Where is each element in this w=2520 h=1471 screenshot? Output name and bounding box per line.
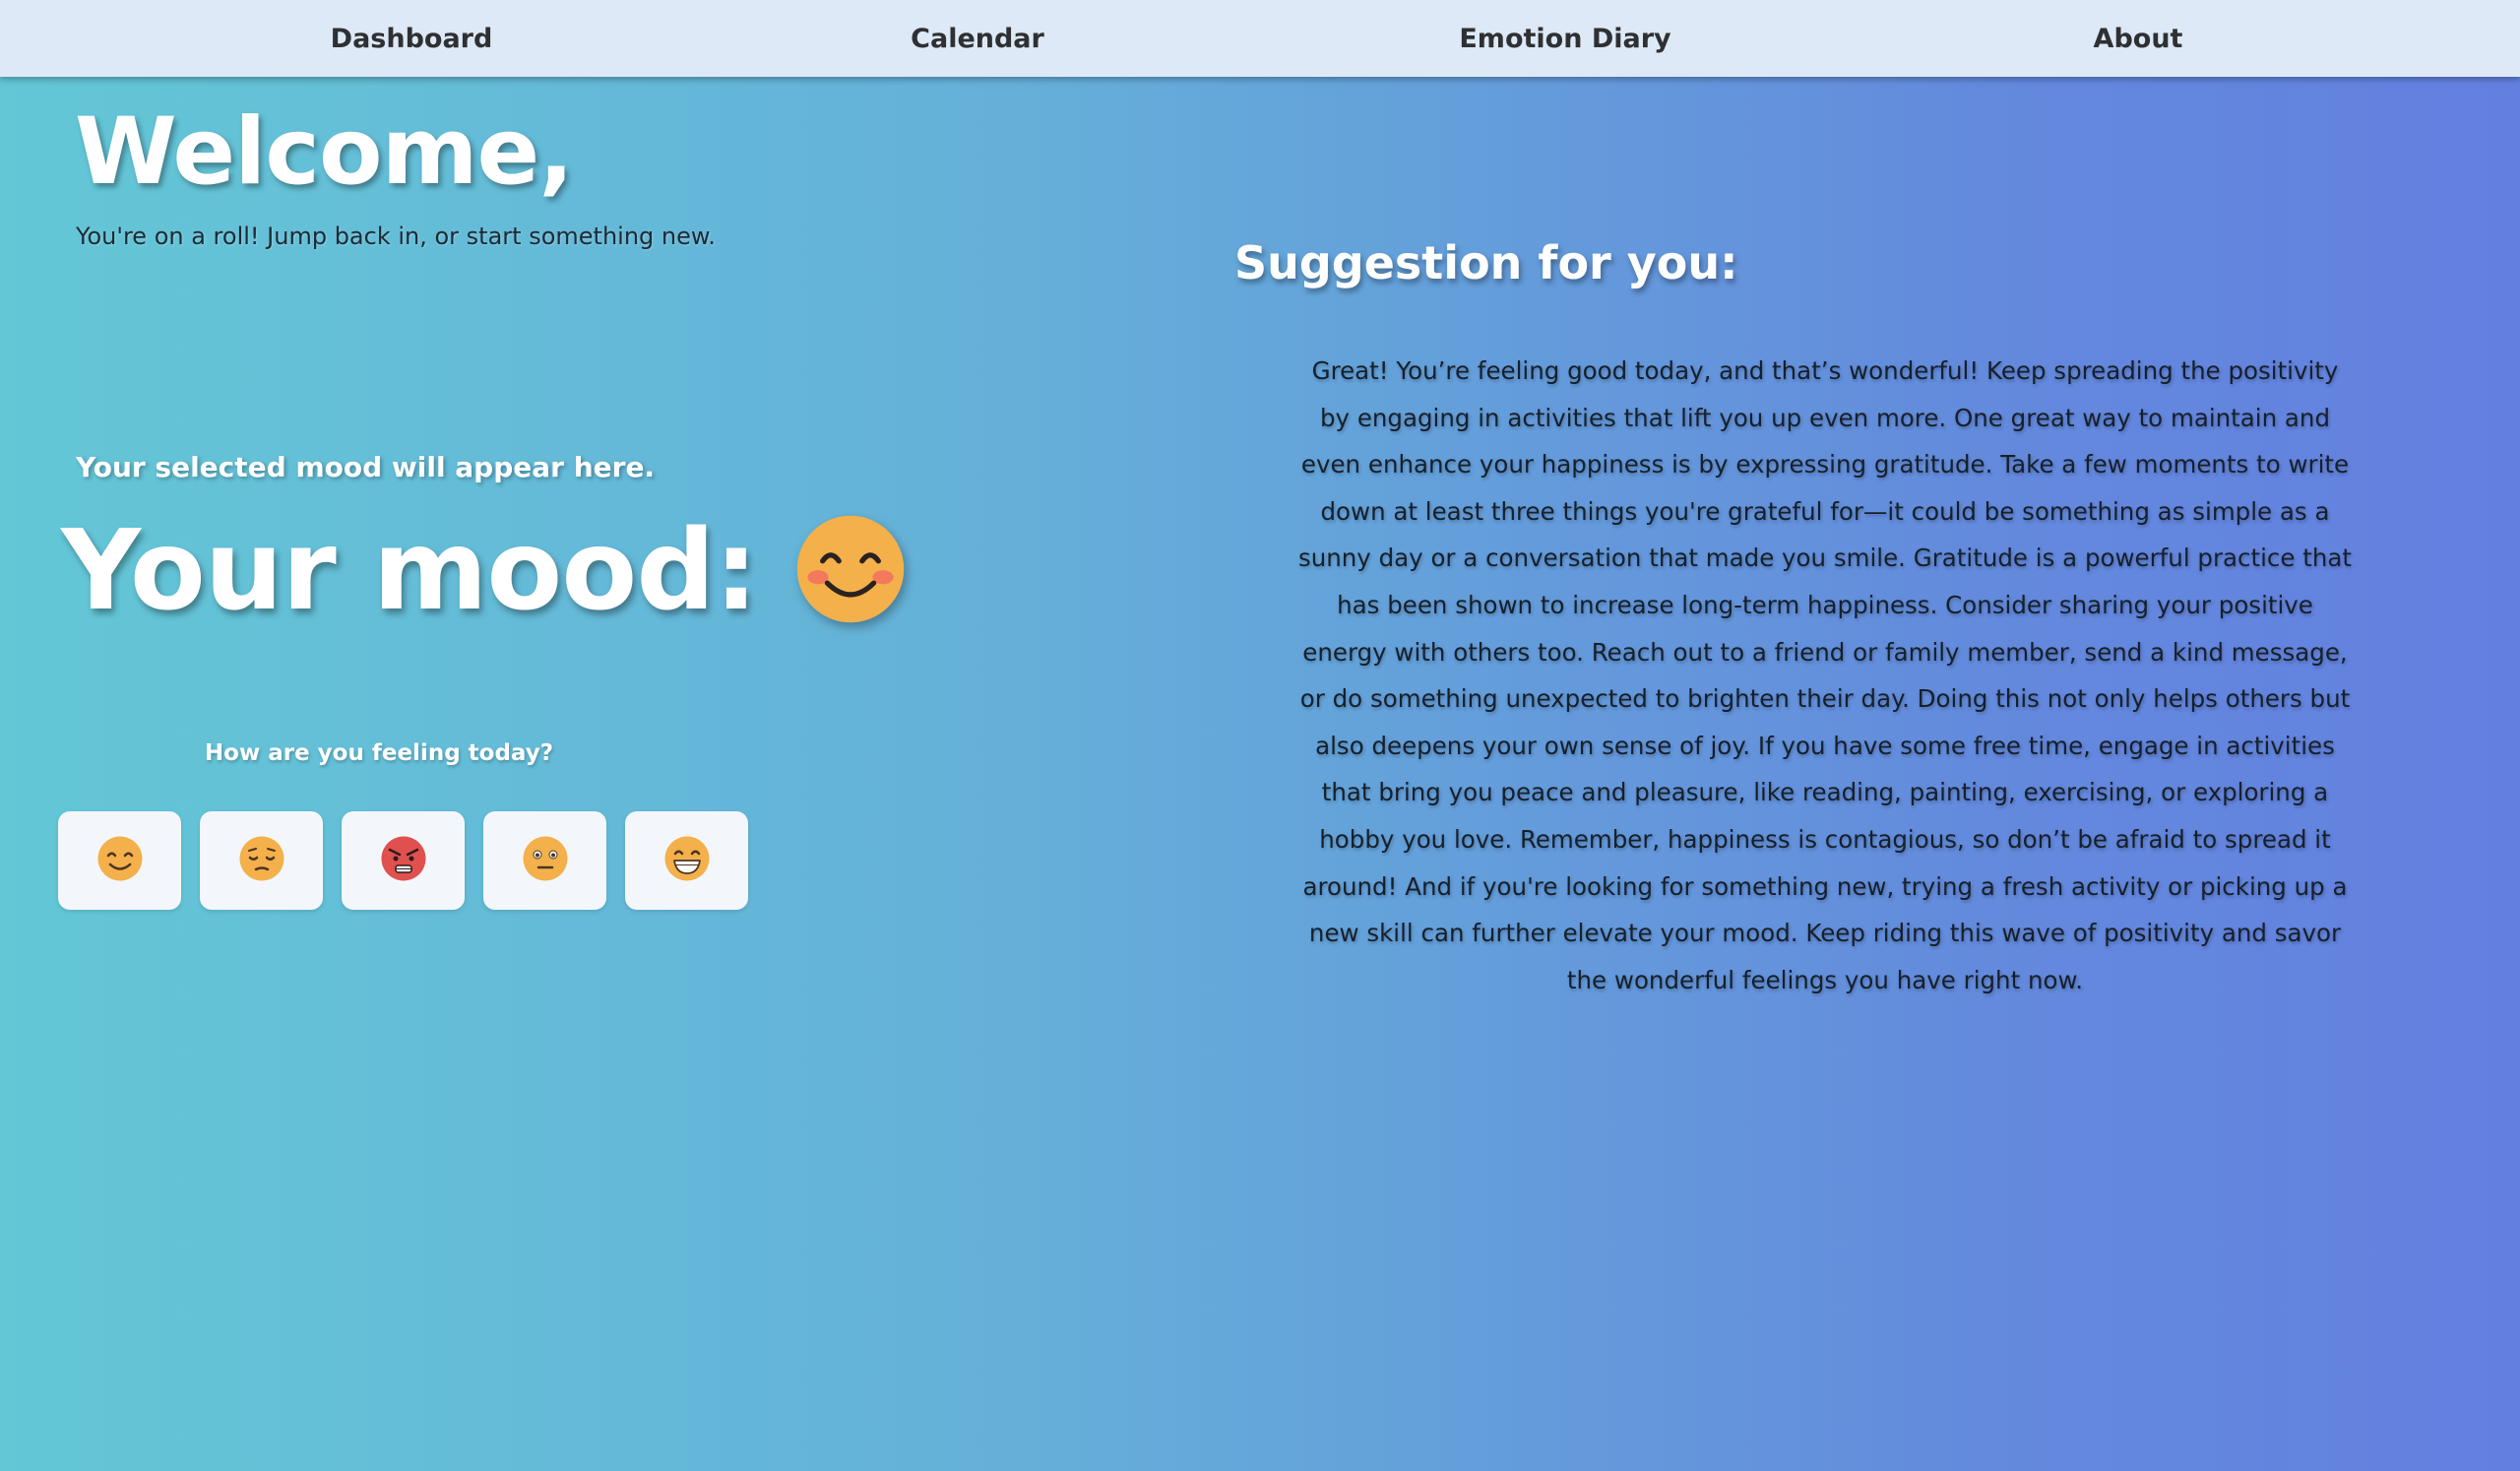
top-navbar: Dashboard Calendar Emotion Diary About xyxy=(0,0,2520,77)
nav-about[interactable]: About xyxy=(2094,0,2183,77)
mood-option-neutral-button[interactable] xyxy=(483,811,606,910)
mood-option-excited-button[interactable] xyxy=(625,811,748,910)
mood-option-sad-button[interactable] xyxy=(200,811,323,910)
suggestion-text: Great! You’re feeling good today, and th… xyxy=(1297,356,2353,994)
suggestion-title: Suggestion for you: xyxy=(1234,236,1738,289)
neutral-face-icon xyxy=(521,834,570,887)
current-mood-emoji-icon xyxy=(757,511,909,631)
nav-calendar[interactable]: Calendar xyxy=(911,0,1044,77)
mood-display: Your mood: xyxy=(61,487,909,655)
grinning-face-icon xyxy=(662,834,712,887)
angry-face-icon xyxy=(379,834,428,887)
welcome-title: Welcome, xyxy=(75,98,574,206)
nav-emotion-diary[interactable]: Emotion Diary xyxy=(1459,0,1670,77)
mood-option-angry-button[interactable] xyxy=(342,811,465,910)
mood-question: How are you feeling today? xyxy=(204,740,554,766)
pensive-face-icon xyxy=(237,834,286,887)
mood-label: Your mood: xyxy=(61,507,758,635)
welcome-subtitle: You're on a roll! Jump back in, or start… xyxy=(76,223,716,250)
mood-option-happy-button[interactable] xyxy=(58,811,181,910)
smiling-face-icon xyxy=(95,834,145,887)
mood-hint: Your selected mood will appear here. xyxy=(76,451,656,483)
nav-dashboard[interactable]: Dashboard xyxy=(331,0,493,77)
